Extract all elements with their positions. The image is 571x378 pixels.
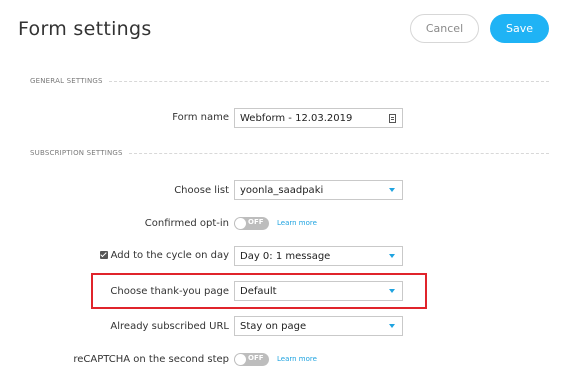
confirmed-optin-learn-more-link[interactable]: Learn more <box>277 219 317 227</box>
confirmed-optin-toggle[interactable]: OFF <box>234 217 269 230</box>
recaptcha-toggle[interactable]: OFF <box>234 353 269 366</box>
cancel-button[interactable]: Cancel <box>410 14 479 43</box>
general-settings-title: GENERAL SETTINGS <box>30 77 103 85</box>
divider <box>128 152 549 154</box>
add-to-cycle-label: Add to the cycle on day <box>110 250 229 261</box>
choose-list-value: yoonla_saadpaki <box>240 184 324 196</box>
already-subscribed-value: Stay on page <box>240 320 307 332</box>
form-name-value: Webform - 12.03.2019 <box>240 112 353 124</box>
calendar-icon[interactable] <box>389 113 396 123</box>
save-button[interactable]: Save <box>490 14 549 43</box>
choose-list-select[interactable]: yoonla_saadpaki <box>234 180 403 200</box>
recaptcha-label: reCAPTCHA on the second step <box>73 354 229 365</box>
toggle-knob <box>235 354 246 365</box>
page-title: Form settings <box>18 18 152 40</box>
subscription-settings-header: SUBSCRIPTION SETTINGS <box>30 149 549 157</box>
chevron-down-icon <box>389 188 395 192</box>
recaptcha-learn-more-link[interactable]: Learn more <box>277 355 317 363</box>
already-subscribed-select[interactable]: Stay on page <box>234 316 403 336</box>
cycle-day-select[interactable]: Day 0: 1 message <box>234 246 403 266</box>
add-to-cycle-checkbox[interactable] <box>100 251 108 259</box>
confirmed-optin-label: Confirmed opt-in <box>144 218 229 229</box>
subscription-settings-title: SUBSCRIPTION SETTINGS <box>30 149 123 157</box>
toggle-knob <box>235 218 246 229</box>
cycle-day-value: Day 0: 1 message <box>240 250 331 262</box>
divider <box>108 80 549 82</box>
toggle-state: OFF <box>248 218 264 226</box>
highlight-box <box>91 273 427 309</box>
form-name-input[interactable]: Webform - 12.03.2019 <box>234 108 403 128</box>
chevron-down-icon <box>389 254 395 258</box>
chevron-down-icon <box>389 324 395 328</box>
already-subscribed-label: Already subscribed URL <box>110 321 229 332</box>
choose-list-label: Choose list <box>174 185 229 196</box>
toggle-state: OFF <box>248 354 264 362</box>
general-settings-header: GENERAL SETTINGS <box>30 77 549 85</box>
form-name-label: Form name <box>172 112 229 123</box>
